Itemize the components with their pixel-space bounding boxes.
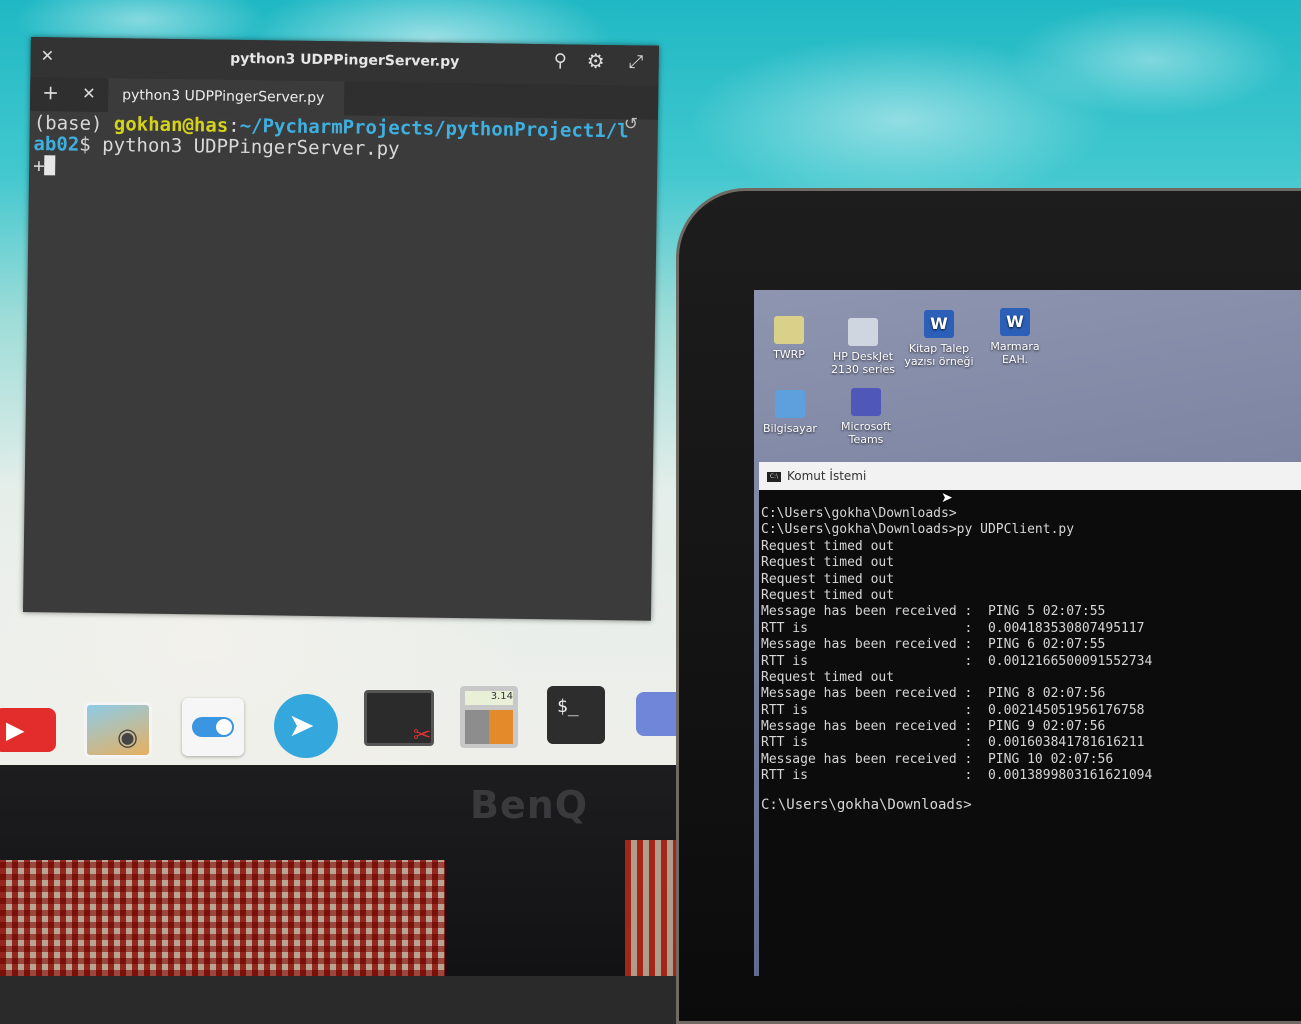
desktop-icon-label: Kitap Talep yazısı örneği: [904, 342, 974, 368]
screenshot-icon[interactable]: ✂: [364, 690, 434, 748]
prompt-path-continued: ab02: [33, 133, 80, 156]
cmd-output[interactable]: C:\Users\gokha\Downloads> C:\Users\gokha…: [761, 506, 1301, 976]
terminal-output[interactable]: (base) gokhan@has:~/PycharmProjects/pyth…: [27, 113, 654, 621]
cmd-line: C:\Users\gokha\Downloads>: [761, 506, 957, 521]
cmd-line: Message has been received : PING 6 02:07…: [761, 637, 1106, 653]
youtube-icon[interactable]: ▶: [0, 708, 56, 752]
terminal-icon[interactable]: $_: [547, 686, 605, 744]
prompt-separator: :: [228, 114, 240, 137]
cmd-line: Request timed out: [761, 555, 895, 571]
discord-icon[interactable]: [636, 692, 676, 736]
prompt-user: gokhan@has: [113, 113, 229, 137]
gear-icon[interactable]: ⚙: [587, 49, 605, 73]
cmd-line: RTT is : 0.0012166500091552734: [761, 653, 1153, 669]
cmd-line: RTT is : 0.001603841781616211: [761, 735, 1145, 751]
cmd-line: Message has been received : PING 9 02:07…: [761, 719, 1106, 735]
cmd-line: Message has been received : PING 5 02:07…: [761, 604, 1106, 620]
desktop-icon-twrp[interactable]: TWRP: [751, 316, 827, 361]
computer-icon: [775, 390, 805, 418]
desktop-icon-label: Bilgisayar: [763, 422, 817, 435]
new-tab-icon[interactable]: +: [42, 80, 59, 104]
cmd-line: Request timed out: [761, 538, 895, 554]
close-tab-icon[interactable]: ✕: [82, 84, 96, 103]
photos-icon[interactable]: ◉: [84, 702, 152, 758]
cmd-titlebar[interactable]: C:\ Komut İstemi ➤: [759, 462, 1301, 506]
dock: ▶ ◉ ➤ ✂ 3.14 $_: [0, 682, 680, 772]
word-document-icon: W: [1000, 308, 1030, 336]
calculator-display: 3.14: [465, 691, 513, 705]
desktop-icon-label: Marmara EAH.: [990, 340, 1040, 366]
cursor-prefix: +: [33, 155, 45, 178]
terminal-window: ✕ python3 UDPPingerServer.py ⚲ ⚙ ⤢ + ✕ p…: [22, 37, 659, 621]
folder-icon: [774, 316, 804, 344]
printer-icon: [848, 318, 878, 346]
cmd-prompt: C:\Users\gokha\Downloads>: [761, 796, 972, 813]
table-cloth: [0, 860, 445, 976]
search-icon[interactable]: ⚲: [554, 50, 567, 71]
fullscreen-icon[interactable]: ⤢: [629, 51, 644, 72]
terminal-command: python3 UDPPingerServer.py: [102, 134, 400, 161]
terminal-glyph: $_: [557, 696, 579, 717]
cmd-line: C:\Users\gokha\Downloads>py UDPClient.py: [761, 522, 1075, 538]
calculator-icon[interactable]: 3.14: [460, 686, 518, 748]
cmd-line: Request timed out: [761, 571, 895, 587]
cmd-line: Message has been received : PING 8 02:07…: [761, 686, 1106, 702]
desktop-icon-hp-deskjet[interactable]: HP DeskJet 2130 series: [825, 318, 901, 376]
command-prompt-window[interactable]: C:\ Komut İstemi ➤ C:\Users\gokha\Downlo…: [759, 462, 1301, 976]
telegram-icon[interactable]: ➤: [274, 694, 338, 758]
desktop-icon-kitap-talep[interactable]: W Kitap Talep yazısı örneği: [901, 310, 977, 368]
desktop-icon-label: HP DeskJet 2130 series: [830, 350, 896, 376]
desktop-icon-label: Microsoft Teams: [840, 420, 892, 446]
brand-logo: BenQ: [470, 783, 589, 827]
desktop-icon-marmara[interactable]: W Marmara EAH.: [977, 308, 1053, 366]
prompt-env: (base): [33, 113, 115, 136]
cmd-app-icon: C:\: [767, 472, 781, 482]
tab-active[interactable]: python3 UDPPingerServer.py: [107, 78, 345, 116]
cmd-line: RTT is : 0.004183530807495117: [761, 620, 1145, 636]
prompt-end: $: [79, 133, 103, 157]
settings-toggle-icon[interactable]: [182, 698, 244, 756]
cmd-line: RTT is : 0.002145051956176758: [761, 702, 1145, 718]
desktop-icon-label: TWRP: [773, 348, 805, 361]
cmd-line: RTT is : 0.0013899803161621094: [761, 768, 1153, 784]
cmd-line: Request timed out: [761, 587, 895, 603]
cmd-line: Request timed out: [761, 669, 895, 685]
word-document-icon: W: [924, 310, 954, 338]
desktop-icon-bilgisayar[interactable]: Bilgisayar: [752, 390, 828, 435]
cmd-line: Message has been received : PING 10 02:0…: [761, 751, 1114, 767]
desktop-icon-teams[interactable]: Microsoft Teams: [828, 388, 904, 446]
window-title: Komut İstemi: [787, 469, 867, 483]
calculator-keys: [465, 710, 513, 744]
teams-icon: [851, 388, 881, 416]
text-cursor: [44, 155, 56, 176]
